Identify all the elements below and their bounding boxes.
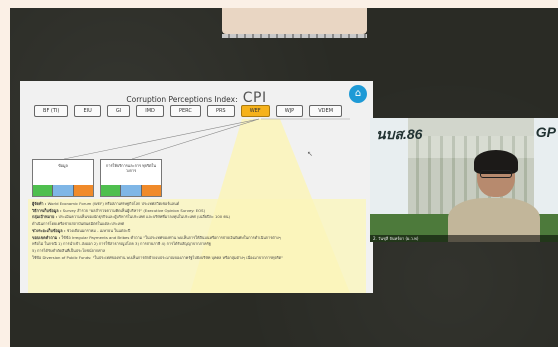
cell-blue (120, 185, 141, 196)
description-value: ช่วงเดือนมกราคม - เมษายน ในแต่ละปี (66, 227, 131, 233)
description-row: ใช้ข้อ Diversion of Public Funds: "ในประ… (32, 255, 362, 261)
cell-green (101, 185, 121, 196)
description-value: หรือไม่ ในกรณี 1) การนำเข้า-ส่งออก 2) กา… (32, 241, 211, 247)
description-row: 5) การได้รับคำตัดสินที่เป็นประโยชน์จากศา… (32, 248, 362, 254)
description-value: ดำเนินการโดยเครือข่ายสถาบันพันธมิตรในแต่… (32, 221, 125, 227)
shared-slide: Corruption Perceptions Index: CPI ⌂ BF (… (20, 81, 373, 293)
mouse-cursor-icon: ↖ (307, 150, 313, 158)
description-block: ผู้จัดทำ : World Economic Forum (WEF) หร… (32, 201, 362, 261)
banner-text-right: GP (535, 124, 556, 140)
description-key: ช่วงระยะเก็บข้อมูล : (32, 227, 66, 233)
cell-green (33, 185, 53, 196)
banner-text-left: นบส.86 (376, 126, 423, 142)
info-box-2-cells (101, 185, 161, 196)
participant-video[interactable]: นบส.86 GP 2. วันชุลี จันทร์ดา (ผ.ว.พ) (370, 118, 558, 242)
description-key: ผู้จัดทำ : (32, 201, 47, 206)
description-key: ขอบเขตคำถาม : (32, 234, 61, 240)
description-row: กลุ่มเป้าหมาย : ประเมินความเห็นของนักธุร… (32, 214, 362, 220)
notch-stripe (222, 34, 367, 38)
info-box-2: การให้บริการและการ ทุจริตในวงการ (100, 159, 162, 197)
cell-blue (52, 185, 73, 196)
cell-orange (140, 185, 161, 196)
participant-glasses (480, 170, 512, 178)
cell-orange (72, 185, 93, 196)
description-value: Survey สำรวจ "ผลสำรวจความคิดเห็นผู้บริหา… (62, 207, 206, 213)
camera-notch (222, 8, 367, 38)
description-value: ใช้ข้อ Irregular Payments and Bribes คำถ… (61, 234, 281, 240)
info-box-1-cells (33, 185, 93, 196)
info-box-2-label: การให้บริการและการ ทุจริตในวงการ (106, 163, 156, 173)
description-row: หรือไม่ ในกรณี 1) การนำเข้า-ส่งออก 2) กา… (32, 241, 362, 247)
description-row: ดำเนินการโดยเครือข่ายสถาบันพันธมิตรในแต่… (32, 221, 362, 227)
description-value: ใช้ข้อ Diversion of Public Funds: "ในประ… (32, 254, 283, 260)
description-row: ช่วงระยะเก็บข้อมูล : ช่วงเดือนมกราคม - เ… (32, 228, 362, 234)
description-value: World Economic Forum (WEF) หรือสภาเศรษฐก… (47, 201, 180, 206)
description-row: ผู้จัดทำ : World Economic Forum (WEF) หร… (32, 201, 362, 207)
description-row: วิธีการเก็บข้อมูล : Survey สำรวจ "ผลสำรว… (32, 208, 362, 214)
info-box-1-label: ข้อมูล (58, 163, 68, 168)
description-key: วิธีการเก็บข้อมูล : (32, 207, 62, 213)
participant-name-label: 2. วันชุลี จันทร์ดา (ผ.ว.พ) (370, 235, 558, 242)
info-box-1: ข้อมูล (32, 159, 94, 197)
description-value: ประเมินความเห็นของนักธุรกิจและผู้บริหารใ… (58, 214, 231, 220)
description-row: ขอบเขตคำถาม : ใช้ข้อ Irregular Payments … (32, 235, 362, 241)
description-value: 5) การได้รับคำตัดสินที่เป็นประโยชน์จากศา… (32, 247, 106, 253)
description-key: กลุ่มเป้าหมาย : (32, 214, 58, 220)
meeting-window: Corruption Perceptions Index: CPI ⌂ BF (… (10, 8, 558, 347)
